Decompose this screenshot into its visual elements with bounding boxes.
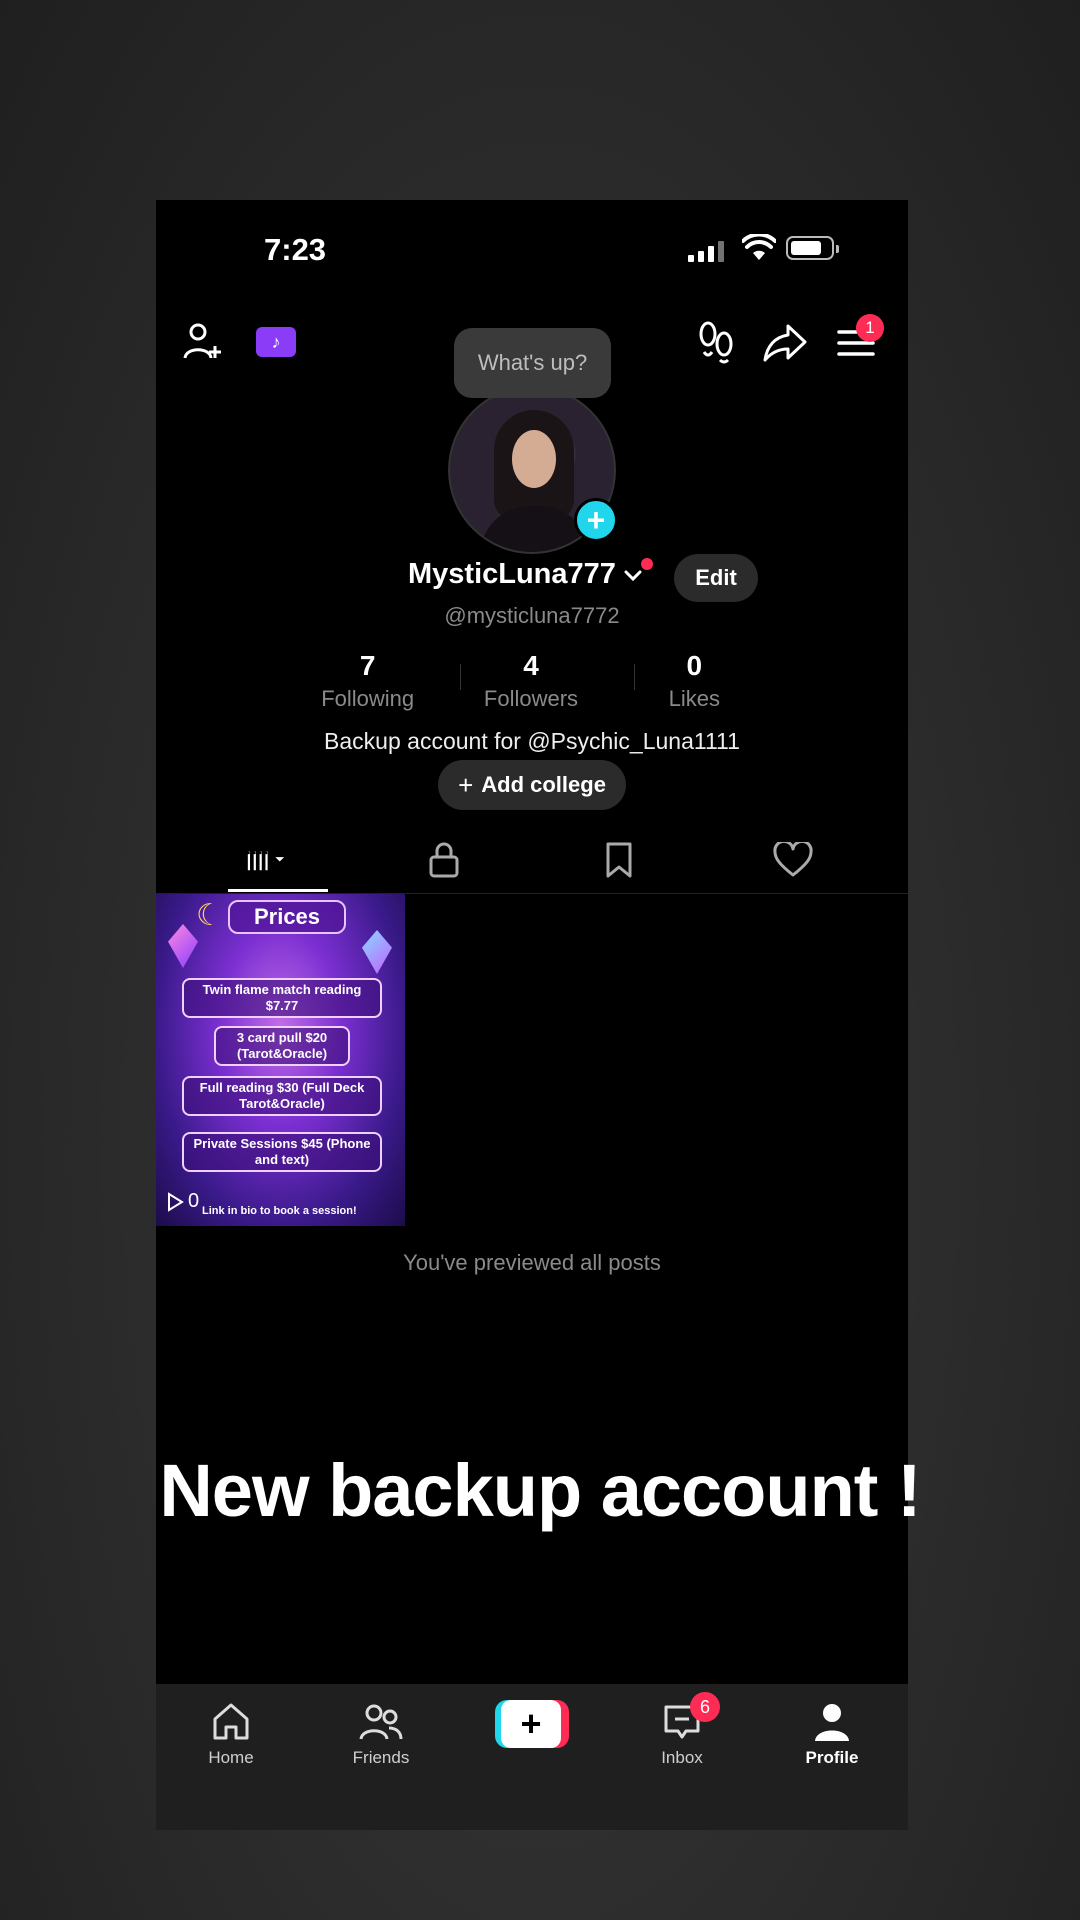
display-name: MysticLuna777	[408, 558, 616, 590]
videos-tab[interactable]	[246, 838, 290, 882]
notification-dot	[641, 558, 653, 570]
nav-profile[interactable]: Profile	[777, 1698, 887, 1768]
friends-icon	[326, 1698, 436, 1746]
content-tabs	[156, 830, 908, 894]
username-handle: @mysticluna7772	[444, 603, 620, 628]
overlay-caption: New backup account !	[159, 1449, 921, 1532]
lock-icon[interactable]	[422, 838, 466, 882]
stat-label: Likes	[668, 686, 720, 711]
nav-label: Inbox	[661, 1748, 703, 1767]
nav-inbox[interactable]: Inbox	[627, 1698, 737, 1768]
price-line: 3 card pull $20 (Tarot&Oracle)	[214, 1026, 350, 1066]
bookmark-icon[interactable]	[597, 838, 641, 882]
status-time: 7:23	[264, 232, 327, 267]
stat-value: 7	[359, 650, 376, 681]
add-college-label: Add college	[481, 772, 606, 797]
tiktok-ticket-icon[interactable]: ♪	[256, 327, 296, 357]
profile-bio: Backup account for @Psychic_Luna1111	[324, 728, 740, 754]
stat-label: Following	[321, 686, 415, 711]
add-story-plus-icon[interactable]: +	[574, 498, 618, 542]
heart-icon[interactable]	[771, 838, 815, 882]
nav-friends[interactable]: Friends	[326, 1698, 436, 1768]
post-thumbnail[interactable]: ☾ Prices Twin flame match reading $7.77 …	[156, 894, 405, 1226]
whats-up-bubble[interactable]: What's up?	[454, 328, 611, 398]
nav-label: Profile	[805, 1748, 859, 1767]
bottom-nav: Home Friends + Inbox 6 Profile	[156, 1684, 908, 1830]
stat-followers[interactable]: 4 Followers	[449, 650, 612, 712]
edit-profile-button[interactable]: Edit	[674, 554, 758, 602]
share-icon[interactable]	[762, 320, 808, 364]
stat-label: Followers	[483, 686, 579, 711]
price-line: Twin flame match reading $7.77	[182, 978, 382, 1018]
menu-badge: 1	[856, 314, 884, 342]
signal-icon	[688, 240, 724, 262]
plus-icon: +	[458, 769, 474, 800]
moon-icon: ☾	[196, 899, 223, 932]
stat-value: 0	[686, 650, 703, 681]
post-title: Prices	[228, 900, 346, 934]
add-friend-icon[interactable]	[182, 320, 226, 364]
add-college-button[interactable]: + Add college	[438, 760, 626, 810]
chevron-down-icon	[624, 570, 642, 581]
stat-likes[interactable]: 0 Likes	[613, 650, 776, 712]
display-name-row[interactable]: MysticLuna777	[408, 558, 644, 591]
nav-label: Home	[208, 1748, 254, 1767]
view-count: 0	[166, 1190, 199, 1213]
nav-home[interactable]: Home	[176, 1698, 286, 1768]
active-tab-indicator	[228, 889, 328, 892]
battery-icon	[786, 236, 839, 260]
previewed-all-posts: You've previewed all posts	[403, 1250, 661, 1275]
post-footer-text: Link in bio to book a session!	[202, 1205, 357, 1217]
price-line: Full reading $30 (Full Deck Tarot&Oracle…	[182, 1076, 382, 1116]
play-icon	[168, 1191, 184, 1212]
view-count-value: 0	[188, 1190, 200, 1212]
phone-screen: 7:23 ♪ 1 What's up? + MysticLuna777 Edit…	[156, 200, 908, 1830]
stat-divider	[634, 664, 635, 690]
stat-value: 4	[523, 650, 539, 681]
price-line: Private Sessions $45 (Phone and text)	[182, 1132, 382, 1172]
plus-icon: +	[501, 1700, 561, 1748]
nav-label: Friends	[352, 1748, 410, 1767]
crystal-decoration	[362, 930, 392, 974]
stat-following[interactable]: 7 Following	[286, 650, 449, 712]
create-button[interactable]: +	[495, 1700, 569, 1748]
profile-icon	[777, 1698, 887, 1746]
profile-stats: 7 Following 4 Followers 0 Likes	[286, 650, 776, 712]
footprint-icon[interactable]	[696, 320, 736, 364]
crystal-decoration	[168, 924, 198, 968]
inbox-icon	[627, 1698, 737, 1746]
stat-divider	[460, 664, 461, 690]
inbox-badge: 6	[690, 1692, 720, 1722]
wifi-icon	[742, 234, 776, 260]
home-icon	[176, 1698, 286, 1746]
